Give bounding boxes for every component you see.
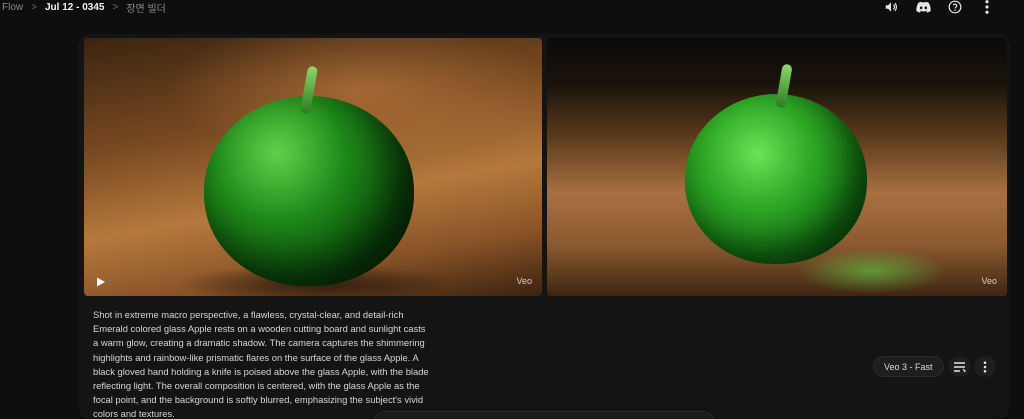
more-vertical-icon	[983, 360, 987, 373]
breadcrumb-root[interactable]: Flow	[2, 2, 23, 13]
model-chip[interactable]: Veo 3 - Fast	[873, 356, 944, 377]
prompt-text: Shot in extreme macro perspective, a fla…	[93, 309, 429, 419]
video-thumbnail-2[interactable]: Veo	[547, 38, 1007, 296]
apple-image	[685, 94, 867, 264]
breadcrumb-project[interactable]: Jul 12 - 0345	[45, 2, 104, 13]
reuse-prompt-button[interactable]	[949, 356, 971, 377]
top-icons	[882, 0, 996, 16]
breadcrumb: Flow > Jul 12 - 0345 > 장면 빌더	[2, 0, 166, 15]
more-options-button[interactable]	[974, 356, 996, 377]
veo-watermark: Veo	[516, 276, 532, 286]
discord-icon[interactable]	[914, 0, 932, 16]
top-bar: Flow > Jul 12 - 0345 > 장면 빌더	[0, 0, 1024, 16]
play-icon[interactable]	[96, 274, 106, 287]
breadcrumb-separator: >	[31, 1, 37, 13]
video-thumbnail-1[interactable]: Veo	[84, 38, 542, 296]
help-icon[interactable]	[946, 0, 964, 16]
breadcrumb-separator: >	[112, 1, 119, 13]
more-vertical-icon[interactable]	[978, 0, 996, 16]
apple-image	[204, 96, 414, 286]
reuse-prompt-icon	[954, 361, 966, 372]
breadcrumb-scene[interactable]: 장면 빌더	[126, 0, 166, 15]
volume-icon[interactable]	[882, 0, 900, 16]
veo-watermark: Veo	[981, 276, 997, 286]
prompt-input-bar[interactable]	[372, 411, 716, 419]
